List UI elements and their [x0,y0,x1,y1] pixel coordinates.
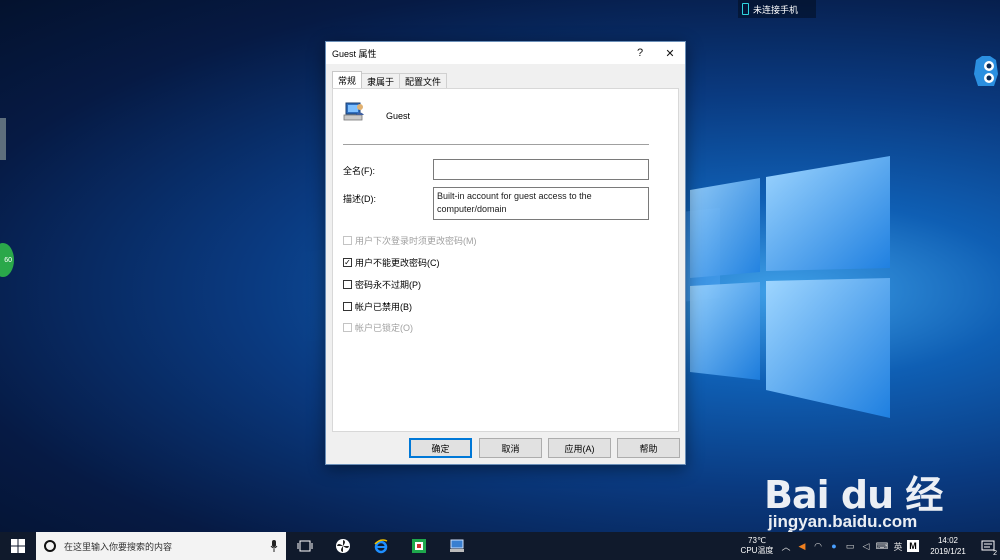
dialog-titlebar[interactable]: Guest 属性 ? ✕ [326,42,685,64]
watermark-url: jingyan.baidu.com [768,512,918,531]
guest-properties-dialog: Guest 属性 ? ✕ 常规 隶属于 配置文件 Guest 全名(F): 描述… [325,41,686,465]
tab-member-of[interactable]: 隶属于 [361,73,401,88]
security-shield-icon[interactable]: ● [827,532,841,560]
checkbox-cannot-change-password[interactable]: ✓ 用户不能更改密码(C) [343,256,440,269]
checkbox-box[interactable] [343,323,352,332]
phone-connection-indicator[interactable]: 未连接手机 [738,0,816,18]
user-account-icon [343,102,364,121]
apply-button[interactable]: 应用(A) [548,438,611,458]
battery-icon[interactable]: ▭ [843,532,857,560]
clock-time: 14:02 [937,536,959,545]
checkbox-password-never-expires[interactable]: 密码永不过期(P) [343,278,421,291]
checkbox-box-checked[interactable]: ✓ [343,258,352,267]
phone-status-text: 未连接手机 [753,4,799,15]
keyboard-icon[interactable]: ⌨ [875,532,889,560]
cancel-button[interactable]: 取消 [479,438,542,458]
action-center-button[interactable]: 2 [976,532,1000,560]
checkbox-label: 帐户已禁用(B) [355,302,412,312]
dialog-tabs: 常规 隶属于 配置文件 [332,71,448,88]
taskbar-app-ie[interactable] [362,532,400,560]
windows-logo-wallpaper [690,156,890,418]
cpu-temperature-widget[interactable]: 73℃ CPU温度 [736,536,778,556]
system-clock[interactable]: 14:02 2019/1/21 [920,535,976,557]
owl-widget-icon[interactable] [972,54,1000,88]
full-name-label: 全名(F): [343,166,375,176]
microphone-icon[interactable] [270,540,278,552]
taskbar-app-green[interactable] [400,532,438,560]
volume-icon[interactable]: ◁ [859,532,873,560]
windows-start-icon [11,539,25,553]
dialog-button-row: 确定 取消 应用(A) 帮助 [326,438,685,460]
start-button[interactable] [0,532,36,560]
checkbox-label: 帐户已锁定(O) [355,323,413,333]
baidu-jingyan-watermark: Bai du 经验 jingyan.baidu.com [760,454,970,560]
taskbar: 在这里输入你要搜索的内容 73℃ CPU温度 ︿ ◀ ◠ ● ▭ ◁ ⌨ 英 M… [0,532,1000,560]
network-wifi-icon[interactable]: ◠ [811,532,825,560]
checkbox-label: 用户下次登录时须更改密码(M) [355,236,477,246]
checkbox-box[interactable] [343,280,352,289]
taskbar-app-fan[interactable] [324,532,362,560]
app-icon-green [412,539,426,553]
full-name-field[interactable] [433,159,649,180]
description-label: 描述(D): [343,194,376,204]
ime-language-indicator[interactable]: 英 [891,532,905,560]
phone-icon [742,3,749,15]
internet-explorer-icon [374,539,388,554]
checkbox-account-disabled[interactable]: 帐户已禁用(B) [343,300,412,313]
help-dialog-button[interactable]: 帮助 [617,438,680,458]
speaker-app-icon[interactable]: ◀ [795,532,809,560]
search-placeholder: 在这里输入你要搜索的内容 [64,541,173,552]
checkbox-account-locked[interactable]: 帐户已锁定(O) [343,321,413,334]
side-dock-handle[interactable] [0,118,6,160]
general-tab-panel: Guest 全名(F): 描述(D): Built-in account for… [332,88,679,432]
fan-app-icon [336,539,350,553]
floating-ball-value: 60 [4,256,12,264]
help-button[interactable]: ? [625,42,655,64]
computer-management-icon [450,539,464,552]
taskbar-app-computer[interactable] [438,532,476,560]
checkbox-box[interactable] [343,302,352,311]
checkbox-must-change-password[interactable]: 用户下次登录时须更改密码(M) [343,234,477,247]
task-view-button[interactable] [286,532,324,560]
cpu-temperature-value: 73℃ [748,536,766,545]
cpu-temperature-label: CPU温度 [740,546,774,555]
user-name-label: Guest [386,111,411,121]
task-view-icon [297,540,313,552]
dialog-title: Guest 属性 [332,48,377,59]
description-field[interactable]: Built-in account for guest access to the… [433,187,649,220]
notification-count: 2 [993,550,997,557]
system-tray: 73℃ CPU温度 ︿ ◀ ◠ ● ▭ ◁ ⌨ 英 M 14:02 2019/1… [736,532,1000,560]
checkbox-box[interactable] [343,236,352,245]
close-button[interactable]: ✕ [655,42,685,64]
checkbox-label: 用户不能更改密码(C) [355,258,440,268]
checkbox-label: 密码永不过期(P) [355,280,421,290]
taskbar-search-box[interactable]: 在这里输入你要搜索的内容 [36,532,286,560]
tab-profile[interactable]: 配置文件 [399,73,448,88]
cortana-icon[interactable] [44,540,56,552]
tab-general[interactable]: 常规 [332,71,363,88]
section-divider [343,144,649,145]
show-hidden-icons-chevron-up-icon[interactable]: ︿ [779,532,793,560]
clock-date: 2019/1/21 [930,547,966,556]
ime-mode-indicator[interactable]: M [907,540,919,552]
ok-button[interactable]: 确定 [409,438,472,458]
